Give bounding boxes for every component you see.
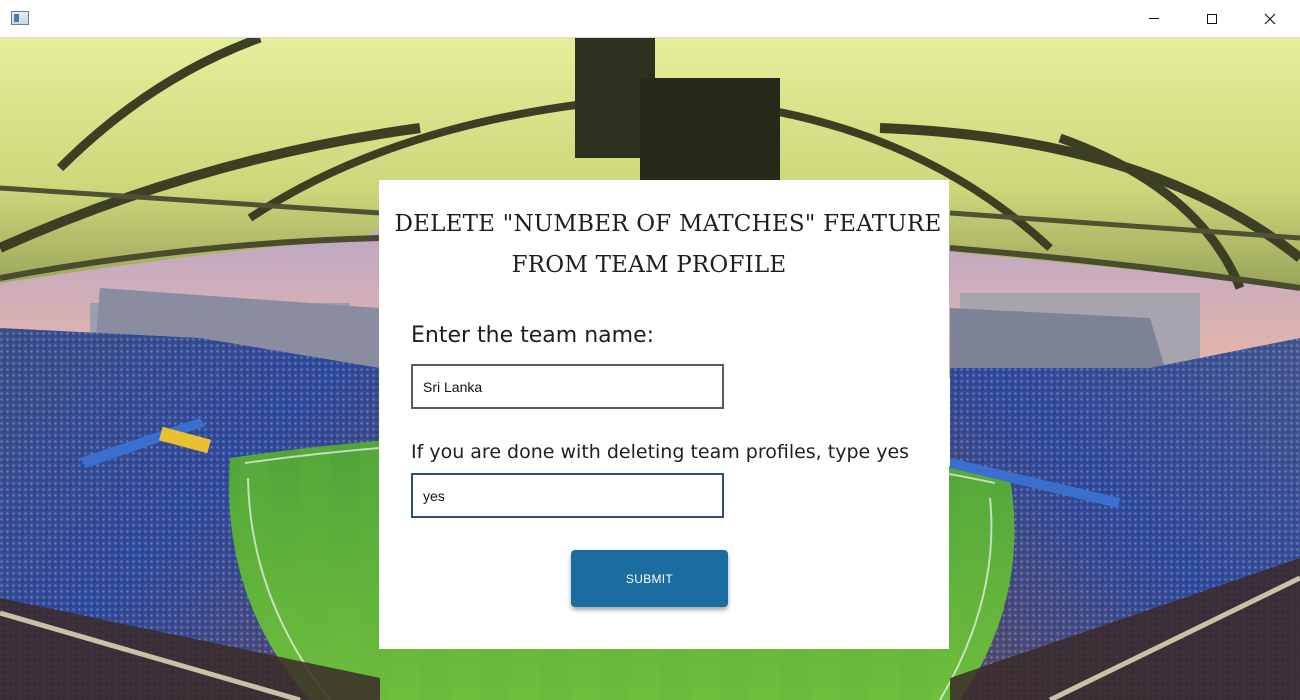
team-name-input[interactable] [411,364,724,409]
dialog-title-line1: DELETE "NUMBER OF MATCHES" FEATURE [394,211,942,237]
submit-button[interactable]: SUBMIT [571,550,728,607]
app-window: DELETE "NUMBER OF MATCHES" FEATURE FROM … [0,0,1300,700]
close-button[interactable] [1241,0,1299,37]
maximize-icon [1207,13,1217,24]
minimize-icon [1149,18,1159,19]
app-icon [11,11,29,25]
close-icon [1264,13,1276,24]
dialog-title: DELETE "NUMBER OF MATCHES" FEATURE FROM … [379,204,949,286]
team-name-label: Enter the team name: [411,323,655,348]
done-prompt-label: If you are done with deleting team profi… [411,441,910,463]
dialog-title-line2: FROM TEAM PROFILE [511,252,787,278]
maximize-button[interactable] [1183,0,1241,37]
title-bar [0,0,1300,38]
delete-feature-dialog: DELETE "NUMBER OF MATCHES" FEATURE FROM … [379,180,949,649]
minimize-button[interactable] [1125,0,1183,37]
done-confirmation-input[interactable] [411,473,724,518]
